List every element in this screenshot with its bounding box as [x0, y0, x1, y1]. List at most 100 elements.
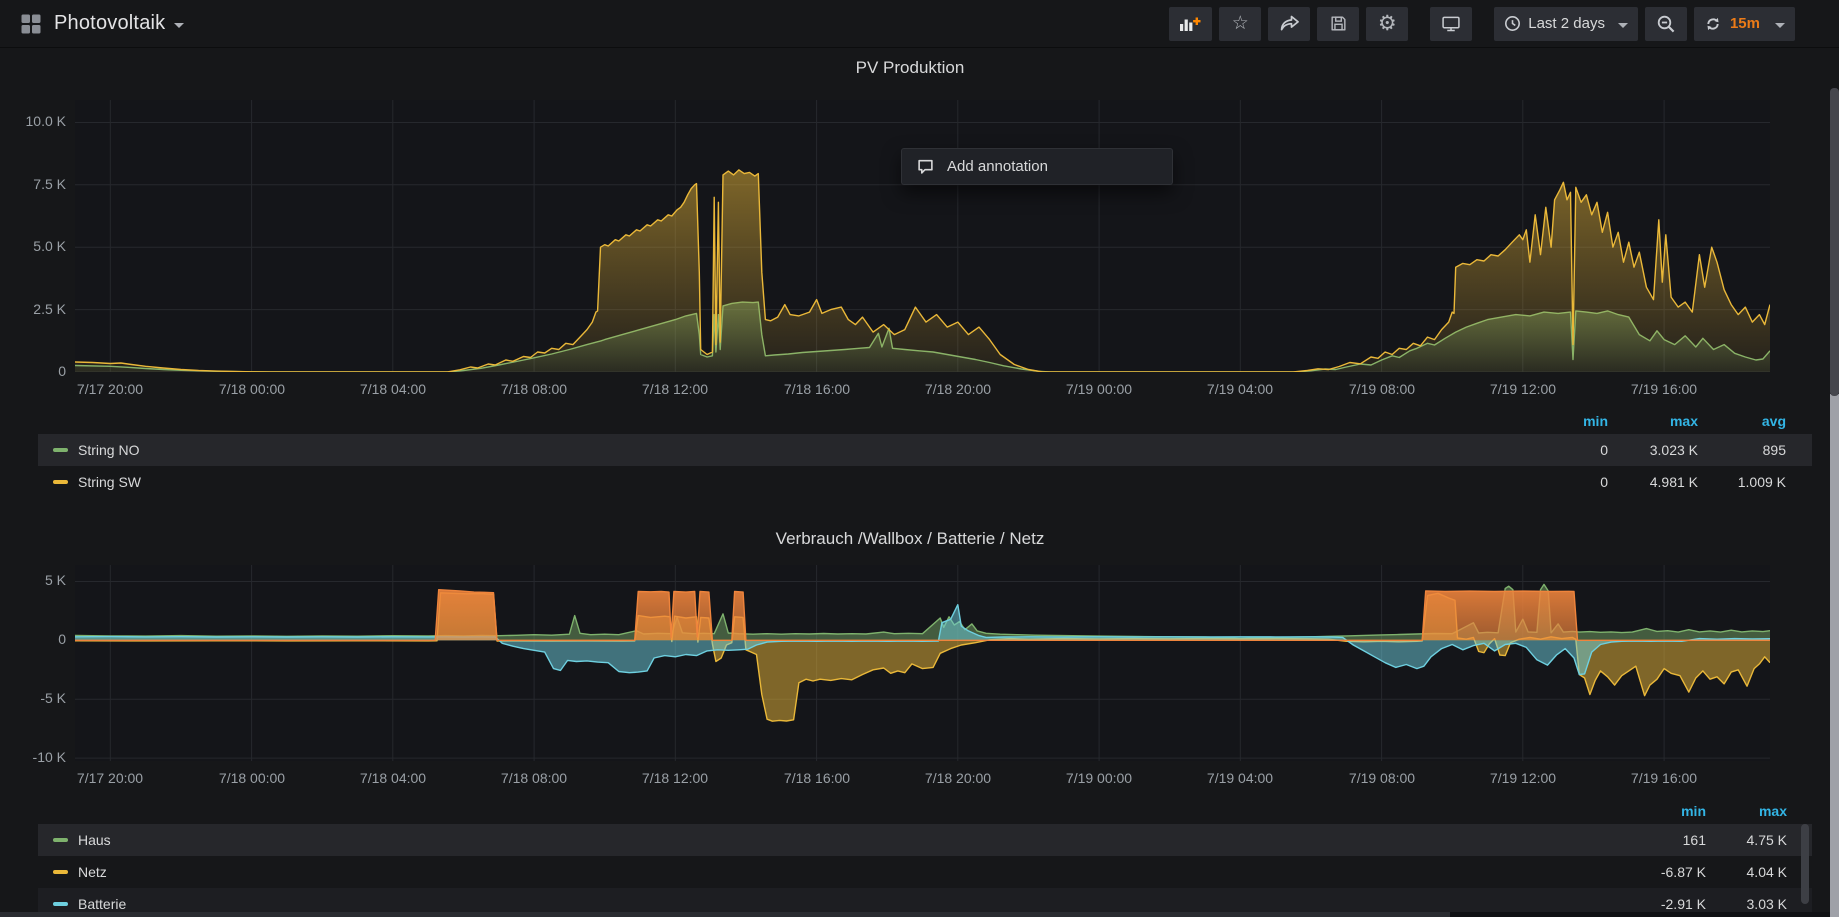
legend-row-netz[interactable]: Netz-6.87 K4.04 K [38, 856, 1812, 888]
legend-stat-value: -6.87 K [1661, 864, 1706, 880]
legend-row-string-sw[interactable]: String SW 0 4.981 K 1.009 K [38, 466, 1812, 498]
legend-row-haus[interactable]: Haus 161 4.75 K [38, 824, 1812, 856]
magnifier-minus-icon [1656, 14, 1676, 34]
add-panel-button[interactable] [1169, 7, 1212, 41]
legend-stat-value: 3.023 K [1650, 442, 1698, 458]
x-tick-label: 7/18 16:00 [762, 770, 872, 786]
add-annotation-menu-item[interactable]: Add annotation [902, 149, 1172, 184]
page-scrollbar-thumb[interactable] [1830, 88, 1839, 396]
x-tick-label: 7/19 16:00 [1609, 770, 1719, 786]
x-tick-label: 7/18 16:00 [762, 381, 872, 397]
legend-stat-value: 0 [1600, 442, 1608, 458]
chart-1-plot[interactable] [75, 100, 1770, 372]
legend-stat-value: 3.03 K [1747, 896, 1787, 912]
add-panel-icon [1179, 15, 1202, 32]
x-tick-label: 7/18 12:00 [620, 381, 730, 397]
dashboard-title: Photovoltaik [54, 12, 165, 35]
series-color-swatch [53, 448, 68, 452]
chevron-down-icon [1618, 23, 1628, 28]
legend-stat-value: 0 [1600, 474, 1608, 490]
horizontal-scrollbar-thumb[interactable] [0, 912, 1450, 917]
zoom-out-time-button[interactable] [1645, 7, 1687, 41]
chevron-down-icon [1775, 23, 1785, 28]
legend-stat-value: 4.75 K [1747, 832, 1787, 848]
annotation-context-menu: Add annotation [901, 148, 1173, 185]
chevron-down-icon [174, 23, 184, 28]
grafana-dashboard: Photovoltaik ☆ [0, 0, 1839, 917]
legend-1: min max avg String NO 0 3.023 K 895 String SW 0… [38, 409, 1812, 498]
x-tick-label: 7/18 04:00 [338, 381, 448, 397]
dashboard-title-button[interactable]: Photovoltaik [54, 12, 184, 35]
legend-row-string-no[interactable]: String NO 0 3.023 K 895 [38, 434, 1812, 466]
x-tick-label: 7/18 08:00 [479, 770, 589, 786]
legend-1-rows: String NO 0 3.023 K 895 String SW 0 4.981 K 1.0… [38, 434, 1812, 498]
legend-series-label[interactable]: Haus [78, 832, 111, 848]
x-tick-label: 7/18 20:00 [903, 770, 1013, 786]
add-annotation-label: Add annotation [947, 158, 1048, 175]
share-dashboard-button[interactable] [1268, 7, 1310, 41]
panel-title-pv-produktion[interactable]: PV Produktion [0, 58, 1820, 78]
x-tick-label: 7/18 08:00 [479, 381, 589, 397]
gear-icon: ⚙ [1378, 14, 1397, 33]
x-tick-label: 7/19 04:00 [1185, 770, 1295, 786]
dashboard-grid-icon[interactable] [20, 13, 42, 35]
legend-series-label[interactable]: Netz [78, 864, 107, 880]
monitor-icon [1441, 14, 1461, 34]
legend-stat-value: 1.009 K [1738, 474, 1786, 490]
save-icon [1329, 14, 1348, 33]
legend-column-max[interactable]: max [1670, 413, 1698, 429]
comment-icon [917, 158, 934, 175]
x-tick-label: 7/19 04:00 [1185, 381, 1295, 397]
legend-series-label[interactable]: String SW [78, 474, 141, 490]
x-tick-label: 7/19 16:00 [1609, 381, 1719, 397]
refresh-button[interactable]: 15m [1694, 7, 1795, 41]
x-tick-label: 7/18 12:00 [620, 770, 730, 786]
chart-2-plot[interactable] [75, 565, 1770, 761]
legend-stat-value: 895 [1763, 442, 1786, 458]
refresh-interval-label: 15m [1730, 15, 1760, 32]
series-color-swatch [53, 870, 68, 874]
legend-series-label[interactable]: Batterie [78, 896, 126, 912]
x-tick-label: 7/19 08:00 [1327, 770, 1437, 786]
y-tick-label: -10 K [0, 749, 66, 765]
series-color-swatch [53, 902, 68, 906]
cycle-view-mode-button[interactable] [1430, 7, 1472, 41]
legend-2: minmax Haus1614.75 KNetz-6.87 K4.04 KBat… [38, 799, 1812, 917]
dashboard-settings-button[interactable]: ⚙ [1366, 7, 1408, 41]
share-icon [1279, 15, 1299, 33]
legend-stat-value: -2.91 K [1661, 896, 1706, 912]
x-tick-label: 7/19 00:00 [1044, 770, 1154, 786]
x-tick-label: 7/17 20:00 [55, 770, 165, 786]
legend-column-avg[interactable]: avg [1762, 413, 1786, 429]
legend-column-max[interactable]: max [1759, 803, 1787, 819]
star-icon: ☆ [1232, 14, 1249, 33]
mark-favorite-button[interactable]: ☆ [1219, 7, 1261, 41]
series-color-swatch [53, 480, 68, 484]
x-tick-label: 7/19 00:00 [1044, 381, 1154, 397]
save-dashboard-button[interactable] [1317, 7, 1359, 41]
page-scrollbar-track[interactable] [1830, 394, 1839, 917]
time-range-label: Last 2 days [1528, 15, 1605, 32]
y-tick-label: 5.0 K [0, 238, 66, 254]
legend-2-scrollbar-thumb[interactable] [1801, 824, 1809, 904]
x-tick-label: 7/19 12:00 [1468, 381, 1578, 397]
legend-series-label[interactable]: String NO [78, 442, 139, 458]
y-tick-label: 5 K [0, 572, 66, 588]
x-tick-label: 7/19 12:00 [1468, 770, 1578, 786]
x-tick-label: 7/17 20:00 [55, 381, 165, 397]
time-range-picker-button[interactable]: Last 2 days [1494, 7, 1638, 41]
y-tick-label: 10.0 K [0, 113, 66, 129]
x-tick-label: 7/18 04:00 [338, 770, 448, 786]
x-tick-label: 7/18 00:00 [197, 381, 307, 397]
legend-2-rows: Haus1614.75 KNetz-6.87 K4.04 KBatterie-2… [38, 824, 1812, 917]
clock-icon [1504, 15, 1521, 32]
refresh-icon [1704, 15, 1722, 33]
y-tick-label: 0 [0, 631, 66, 647]
navbar: Photovoltaik ☆ [0, 0, 1839, 48]
legend-stat-value: 161 [1683, 832, 1706, 848]
panel-title-verbrauch[interactable]: Verbrauch /Wallbox / Batterie / Netz [0, 529, 1820, 549]
x-tick-label: 7/19 08:00 [1327, 381, 1437, 397]
legend-column-min[interactable]: min [1583, 413, 1608, 429]
legend-column-min[interactable]: min [1681, 803, 1706, 819]
legend-stat-value: 4.981 K [1650, 474, 1698, 490]
